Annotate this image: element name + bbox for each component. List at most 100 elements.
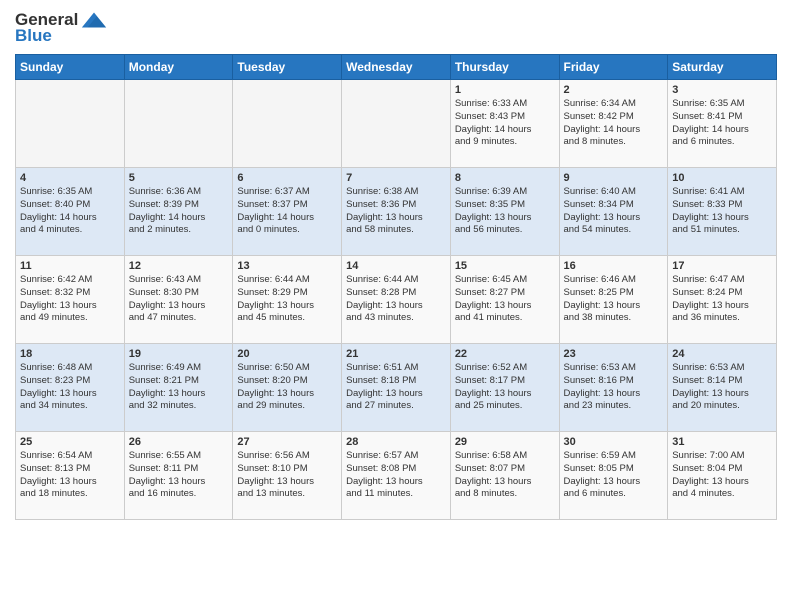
calendar-day-16: 16Sunrise: 6:46 AM Sunset: 8:25 PM Dayli… (559, 256, 668, 344)
day-info: Sunrise: 7:00 AM Sunset: 8:04 PM Dayligh… (672, 450, 772, 501)
day-number: 23 (564, 348, 664, 360)
calendar-day-9: 9 Sunrise: 6:40 AM Sunset: 8:34 PM Daylig… (559, 168, 668, 256)
day-info: Sunrise: 6:48 AM Sunset: 8:23 PM Dayligh… (20, 362, 120, 413)
calendar-week-row: 4 Sunrise: 6:35 AM Sunset: 8:40 PM Daylig… (16, 168, 777, 256)
calendar-day-10: 10 Sunrise: 6:41 AM Sunset: 8:33 PM Dayli… (668, 168, 777, 256)
calendar-day-1: 1 Sunrise: 6:33 AM Sunset: 8:43 PM Daylig… (450, 80, 559, 168)
calendar-empty-cell (233, 80, 342, 168)
calendar-day-27: 27 Sunrise: 6:56 AM Sunset: 8:10 PM Dayli… (233, 432, 342, 520)
day-number: 1 (455, 84, 555, 96)
calendar-day-29: 29Sunrise: 6:58 AM Sunset: 8:07 PM Dayli… (450, 432, 559, 520)
day-number: 9 (564, 172, 664, 184)
calendar-empty-cell (16, 80, 125, 168)
day-info: Sunrise: 6:52 AM Sunset: 8:17 PM Dayligh… (455, 362, 555, 413)
day-info: Sunrise: 6:43 AM Sunset: 8:30 PM Dayligh… (129, 274, 229, 325)
day-number: 31 (672, 436, 772, 448)
day-number: 26 (129, 436, 229, 448)
weekday-header-thursday: Thursday (450, 55, 559, 80)
day-number: 22 (455, 348, 555, 360)
day-number: 24 (672, 348, 772, 360)
calendar-day-3: 3 Sunrise: 6:35 AM Sunset: 8:41 PM Daylig… (668, 80, 777, 168)
day-info: Sunrise: 6:36 AM Sunset: 8:39 PM Dayligh… (129, 186, 229, 237)
day-info: Sunrise: 6:40 AM Sunset: 8:34 PM Dayligh… (564, 186, 664, 237)
day-info: Sunrise: 6:49 AM Sunset: 8:21 PM Dayligh… (129, 362, 229, 413)
calendar-week-row: 11 Sunrise: 6:42 AM Sunset: 8:32 PM Dayli… (16, 256, 777, 344)
day-number: 12 (129, 260, 229, 272)
day-info: Sunrise: 6:59 AM Sunset: 8:05 PM Dayligh… (564, 450, 664, 501)
day-number: 17 (672, 260, 772, 272)
calendar-day-17: 17 Sunrise: 6:47 AM Sunset: 8:24 PM Dayli… (668, 256, 777, 344)
day-number: 5 (129, 172, 229, 184)
calendar-day-28: 28Sunrise: 6:57 AM Sunset: 8:08 PM Dayli… (342, 432, 451, 520)
day-number: 11 (20, 260, 120, 272)
day-number: 10 (672, 172, 772, 184)
day-number: 15 (455, 260, 555, 272)
day-info: Sunrise: 6:44 AM Sunset: 8:28 PM Dayligh… (346, 274, 446, 325)
day-info: Sunrise: 6:35 AM Sunset: 8:41 PM Dayligh… (672, 98, 772, 149)
day-info: Sunrise: 6:57 AM Sunset: 8:08 PM Dayligh… (346, 450, 446, 501)
calendar-day-7: 7Sunrise: 6:38 AM Sunset: 8:36 PM Daylig… (342, 168, 451, 256)
day-info: Sunrise: 6:58 AM Sunset: 8:07 PM Dayligh… (455, 450, 555, 501)
day-number: 7 (346, 172, 446, 184)
calendar-day-8: 8 Sunrise: 6:39 AM Sunset: 8:35 PM Daylig… (450, 168, 559, 256)
calendar-day-15: 15 Sunrise: 6:45 AM Sunset: 8:27 PM Dayli… (450, 256, 559, 344)
calendar-week-row: 25 Sunrise: 6:54 AM Sunset: 8:13 PM Dayli… (16, 432, 777, 520)
logo-blue-text: Blue (15, 26, 52, 46)
weekday-header-row: SundayMondayTuesdayWednesdayThursdayFrid… (16, 55, 777, 80)
day-number: 19 (129, 348, 229, 360)
day-number: 4 (20, 172, 120, 184)
day-info: Sunrise: 6:39 AM Sunset: 8:35 PM Dayligh… (455, 186, 555, 237)
weekday-header-tuesday: Tuesday (233, 55, 342, 80)
page-header: General Blue (15, 10, 777, 46)
day-info: Sunrise: 6:53 AM Sunset: 8:14 PM Dayligh… (672, 362, 772, 413)
logo: General Blue (15, 10, 108, 46)
day-info: Sunrise: 6:37 AM Sunset: 8:37 PM Dayligh… (237, 186, 337, 237)
day-info: Sunrise: 6:45 AM Sunset: 8:27 PM Dayligh… (455, 274, 555, 325)
day-info: Sunrise: 6:56 AM Sunset: 8:10 PM Dayligh… (237, 450, 337, 501)
day-info: Sunrise: 6:51 AM Sunset: 8:18 PM Dayligh… (346, 362, 446, 413)
weekday-header-friday: Friday (559, 55, 668, 80)
day-number: 21 (346, 348, 446, 360)
calendar-day-31: 31 Sunrise: 7:00 AM Sunset: 8:04 PM Dayli… (668, 432, 777, 520)
weekday-header-sunday: Sunday (16, 55, 125, 80)
day-number: 25 (20, 436, 120, 448)
day-number: 13 (237, 260, 337, 272)
calendar-week-row: 18 Sunrise: 6:48 AM Sunset: 8:23 PM Dayli… (16, 344, 777, 432)
day-number: 27 (237, 436, 337, 448)
day-number: 14 (346, 260, 446, 272)
calendar-day-12: 12 Sunrise: 6:43 AM Sunset: 8:30 PM Dayli… (124, 256, 233, 344)
day-number: 2 (564, 84, 664, 96)
day-info: Sunrise: 6:50 AM Sunset: 8:20 PM Dayligh… (237, 362, 337, 413)
day-info: Sunrise: 6:54 AM Sunset: 8:13 PM Dayligh… (20, 450, 120, 501)
day-info: Sunrise: 6:35 AM Sunset: 8:40 PM Dayligh… (20, 186, 120, 237)
calendar-day-13: 13 Sunrise: 6:44 AM Sunset: 8:29 PM Dayli… (233, 256, 342, 344)
calendar-day-25: 25 Sunrise: 6:54 AM Sunset: 8:13 PM Dayli… (16, 432, 125, 520)
calendar-day-30: 30 Sunrise: 6:59 AM Sunset: 8:05 PM Dayli… (559, 432, 668, 520)
day-info: Sunrise: 6:41 AM Sunset: 8:33 PM Dayligh… (672, 186, 772, 237)
calendar-day-11: 11 Sunrise: 6:42 AM Sunset: 8:32 PM Dayli… (16, 256, 125, 344)
calendar-table: SundayMondayTuesdayWednesdayThursdayFrid… (15, 54, 777, 520)
day-info: Sunrise: 6:55 AM Sunset: 8:11 PM Dayligh… (129, 450, 229, 501)
calendar-day-21: 21 Sunrise: 6:51 AM Sunset: 8:18 PM Dayli… (342, 344, 451, 432)
day-number: 6 (237, 172, 337, 184)
day-number: 20 (237, 348, 337, 360)
day-number: 30 (564, 436, 664, 448)
day-info: Sunrise: 6:47 AM Sunset: 8:24 PM Dayligh… (672, 274, 772, 325)
calendar-empty-cell (124, 80, 233, 168)
day-number: 3 (672, 84, 772, 96)
weekday-header-wednesday: Wednesday (342, 55, 451, 80)
day-info: Sunrise: 6:33 AM Sunset: 8:43 PM Dayligh… (455, 98, 555, 149)
calendar-day-22: 22 Sunrise: 6:52 AM Sunset: 8:17 PM Dayli… (450, 344, 559, 432)
day-info: Sunrise: 6:42 AM Sunset: 8:32 PM Dayligh… (20, 274, 120, 325)
weekday-header-monday: Monday (124, 55, 233, 80)
weekday-header-saturday: Saturday (668, 55, 777, 80)
day-number: 18 (20, 348, 120, 360)
day-info: Sunrise: 6:44 AM Sunset: 8:29 PM Dayligh… (237, 274, 337, 325)
calendar-day-20: 20 Sunrise: 6:50 AM Sunset: 8:20 PM Dayli… (233, 344, 342, 432)
calendar-day-19: 19 Sunrise: 6:49 AM Sunset: 8:21 PM Dayli… (124, 344, 233, 432)
logo-icon (80, 10, 108, 30)
day-number: 8 (455, 172, 555, 184)
calendar-day-23: 23Sunrise: 6:53 AM Sunset: 8:16 PM Dayli… (559, 344, 668, 432)
day-number: 16 (564, 260, 664, 272)
calendar-week-row: 1 Sunrise: 6:33 AM Sunset: 8:43 PM Daylig… (16, 80, 777, 168)
